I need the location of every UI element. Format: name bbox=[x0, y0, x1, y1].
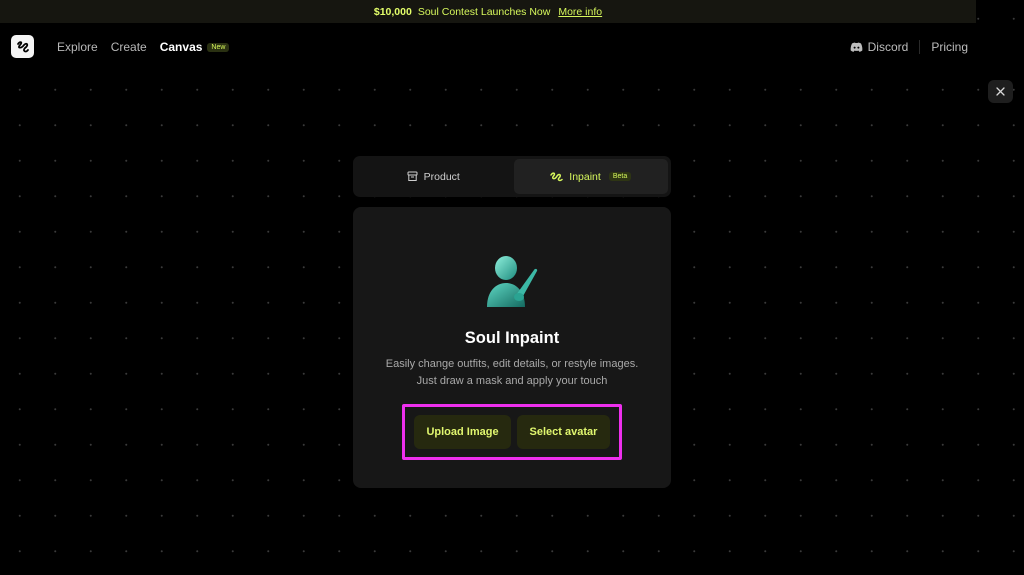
close-button[interactable] bbox=[988, 80, 1013, 103]
tab-inpaint[interactable]: Inpaint Beta bbox=[513, 159, 668, 194]
app-logo[interactable] bbox=[11, 35, 34, 58]
pricing-link[interactable]: Pricing bbox=[920, 40, 968, 54]
tab-product[interactable]: Product bbox=[356, 159, 511, 194]
top-nav: Explore Create Canvas New Discord Pricing bbox=[0, 23, 1024, 71]
tab-inpaint-label: Inpaint bbox=[569, 170, 601, 183]
nav-right: Discord Pricing bbox=[850, 23, 968, 71]
logo-icon bbox=[16, 40, 29, 52]
tab-product-label: Product bbox=[423, 170, 460, 183]
nav-links: Explore Create Canvas New bbox=[57, 23, 230, 71]
discord-icon bbox=[850, 42, 862, 52]
card-description: Easily change outfits, edit details, or … bbox=[386, 356, 639, 390]
inpaint-card: Soul Inpaint Easily change outfits, edit… bbox=[353, 207, 671, 488]
banner-text: Soul Contest Launches Now bbox=[417, 5, 551, 18]
banner-more-info-link[interactable]: More info bbox=[558, 6, 602, 18]
card-desc-line-1: Easily change outfits, edit details, or … bbox=[385, 358, 639, 370]
card-title: Soul Inpaint bbox=[464, 329, 560, 347]
beta-badge: Beta bbox=[608, 172, 632, 181]
box-icon bbox=[407, 171, 418, 181]
upload-image-button[interactable]: Upload Image bbox=[414, 415, 511, 449]
nav-canvas-label: Canvas bbox=[159, 40, 203, 54]
action-buttons-highlight: Upload Image Select avatar bbox=[402, 404, 622, 460]
discord-label: Discord bbox=[867, 40, 909, 54]
banner-amount: $10,000 bbox=[373, 5, 412, 18]
discord-link[interactable]: Discord bbox=[850, 40, 921, 54]
mode-tabs: Product Inpaint Beta bbox=[353, 156, 671, 197]
inpaint-hero-icon bbox=[487, 256, 538, 307]
select-avatar-button[interactable]: Select avatar bbox=[517, 415, 610, 449]
close-icon bbox=[996, 87, 1005, 96]
promo-banner: $10,000 Soul Contest Launches Now More i… bbox=[0, 0, 976, 23]
inpaint-logo-icon bbox=[550, 172, 564, 182]
nav-canvas[interactable]: Canvas New bbox=[160, 40, 230, 54]
new-badge: New bbox=[207, 43, 230, 52]
nav-explore[interactable]: Explore bbox=[57, 40, 98, 54]
card-desc-line-2: Just draw a mask and apply your touch bbox=[416, 375, 608, 387]
nav-create[interactable]: Create bbox=[111, 40, 147, 54]
